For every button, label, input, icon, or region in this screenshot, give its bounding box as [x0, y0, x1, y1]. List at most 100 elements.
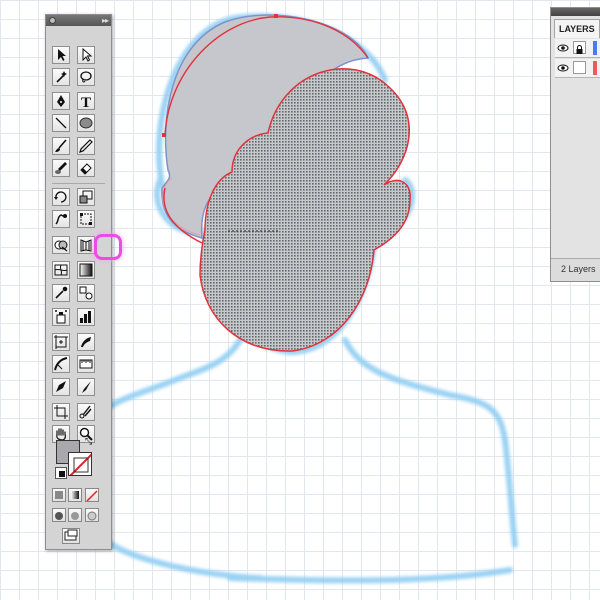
- change-screen-mode-button[interactable]: [62, 528, 80, 544]
- tools-panel-titlebar[interactable]: ▸▸: [46, 15, 111, 26]
- active-tool-highlight: [94, 234, 122, 260]
- crop-area-tool-button[interactable]: [52, 403, 70, 421]
- knife-tool-button[interactable]: [77, 378, 95, 396]
- gradient-mode-button[interactable]: [68, 488, 82, 502]
- draw-inside-button[interactable]: [85, 508, 99, 522]
- draw-inside-icon: [87, 511, 97, 521]
- gradient-tool-button[interactable]: [77, 261, 95, 279]
- selection-tool-button[interactable]: [52, 46, 70, 64]
- width-tool-button[interactable]: [52, 355, 70, 373]
- eyedropper-tool-button[interactable]: [52, 284, 70, 302]
- tool-separator: [52, 183, 105, 184]
- eraser-tool-icon: [80, 163, 92, 175]
- swap-fill-stroke-icon[interactable]: ⤡: [85, 436, 92, 447]
- anchor-point[interactable]: [162, 133, 166, 137]
- pen-tool-icon: [57, 95, 65, 107]
- layer-color-indicator: [593, 41, 597, 55]
- draw-behind-button[interactable]: [68, 508, 82, 522]
- pencil-tool-button[interactable]: [77, 137, 95, 155]
- layer-color-indicator: [593, 61, 597, 75]
- paintbrush-tool-button[interactable]: [52, 137, 70, 155]
- rotate-tool-button[interactable]: [52, 188, 70, 206]
- eye-icon[interactable]: [557, 63, 569, 73]
- slice-tool-button[interactable]: [77, 333, 95, 351]
- scissors-tool-button[interactable]: [77, 403, 95, 421]
- lock-toggle[interactable]: [573, 61, 586, 74]
- paintbrush-tool-icon: [55, 139, 67, 152]
- column-graph-tool-button[interactable]: [77, 308, 95, 326]
- draw-behind-icon: [71, 512, 79, 520]
- column-graph-tool-icon: [80, 311, 91, 323]
- close-icon[interactable]: [49, 17, 56, 24]
- lasso-tool-icon: [80, 71, 92, 83]
- crop-area-tool-icon: [54, 405, 68, 419]
- eye-icon[interactable]: [557, 43, 569, 53]
- svg-text:T: T: [81, 95, 91, 109]
- perspective-grid-tool-icon: [80, 239, 92, 252]
- blend-tool-button[interactable]: [77, 284, 95, 302]
- scale-tool-icon: [79, 190, 93, 204]
- mesh-tool-button[interactable]: [52, 261, 70, 279]
- layers-panel: LAYERS 2 Layers: [550, 7, 600, 282]
- layers-panel-titlebar[interactable]: [551, 8, 600, 16]
- rotate-tool-icon: [54, 191, 67, 203]
- eraser-tool-button[interactable]: [77, 159, 95, 177]
- blend-tool-icon: [79, 286, 93, 300]
- type-tool-icon: T: [81, 95, 91, 109]
- shape-builder-tool-icon: [54, 240, 68, 252]
- selection-tool-icon: [58, 49, 66, 61]
- symbol-sprayer-tool-button[interactable]: [52, 308, 70, 326]
- direct-selection-tool-button[interactable]: [77, 46, 95, 64]
- stroke-color-swatch[interactable]: [68, 452, 92, 476]
- free-transform-tool-icon: [80, 213, 92, 225]
- no-color-icon: [69, 453, 91, 475]
- free-transform-tool-button[interactable]: [77, 210, 95, 228]
- direct-selection-tool-icon: [82, 47, 93, 62]
- perspective-grid-tool-button[interactable]: [77, 236, 95, 254]
- line-segment-tool-icon: [55, 117, 67, 129]
- none-mode-button[interactable]: [85, 488, 99, 502]
- artboard-tool-icon: [54, 335, 68, 349]
- lock-toggle[interactable]: [573, 41, 586, 54]
- ruler-tool-icon: [79, 359, 93, 369]
- warp-tool-button[interactable]: [52, 210, 70, 228]
- width-tool-icon: [54, 357, 68, 371]
- ellipse-tool-icon: [79, 117, 93, 129]
- layers-tab[interactable]: LAYERS: [554, 19, 600, 38]
- scale-tool-button[interactable]: [77, 188, 95, 206]
- anchor-point[interactable]: [274, 14, 278, 18]
- scissors-tool-icon: [79, 405, 92, 419]
- default-fill-stroke-icon[interactable]: [55, 467, 67, 479]
- eyedropper-tool-icon: [55, 286, 68, 299]
- magic-wand-tool-button[interactable]: [52, 68, 70, 86]
- type-tool-button[interactable]: T: [77, 92, 95, 110]
- screen-mode-icon: [64, 529, 78, 541]
- shape-builder-tool-button[interactable]: [52, 236, 70, 254]
- lock-icon: [576, 45, 583, 54]
- line-segment-tool-button[interactable]: [52, 114, 70, 132]
- layer-row[interactable]: [555, 39, 600, 58]
- draw-normal-icon: [55, 512, 63, 520]
- pen-tool-button[interactable]: [52, 92, 70, 110]
- slice-tool-icon: [81, 337, 91, 347]
- draw-normal-button[interactable]: [52, 508, 66, 522]
- color-mode-button[interactable]: [52, 488, 66, 502]
- collapse-icon[interactable]: ▸▸: [102, 15, 109, 26]
- blob-brush-tool-icon: [55, 162, 67, 174]
- pencil-tool-icon: [79, 139, 93, 153]
- pen-nib-tool-button[interactable]: [52, 378, 70, 396]
- mesh-tool-icon: [54, 264, 68, 276]
- artboard-tool-button[interactable]: [52, 333, 70, 351]
- tools-panel: ▸▸ T ⤡: [45, 14, 122, 550]
- knife-tool-icon: [82, 381, 91, 393]
- lasso-tool-button[interactable]: [77, 68, 95, 86]
- warp-tool-icon: [55, 214, 67, 225]
- blob-brush-tool-button[interactable]: [52, 159, 70, 177]
- ellipse-tool-button[interactable]: [77, 114, 95, 132]
- layer-row[interactable]: [555, 59, 600, 78]
- magic-wand-tool-icon: [56, 71, 67, 83]
- no-color-icon: [86, 490, 98, 502]
- symbol-sprayer-tool-icon: [55, 310, 67, 324]
- ruler-tool-button[interactable]: [77, 355, 95, 373]
- gradient-tool-icon: [79, 263, 93, 277]
